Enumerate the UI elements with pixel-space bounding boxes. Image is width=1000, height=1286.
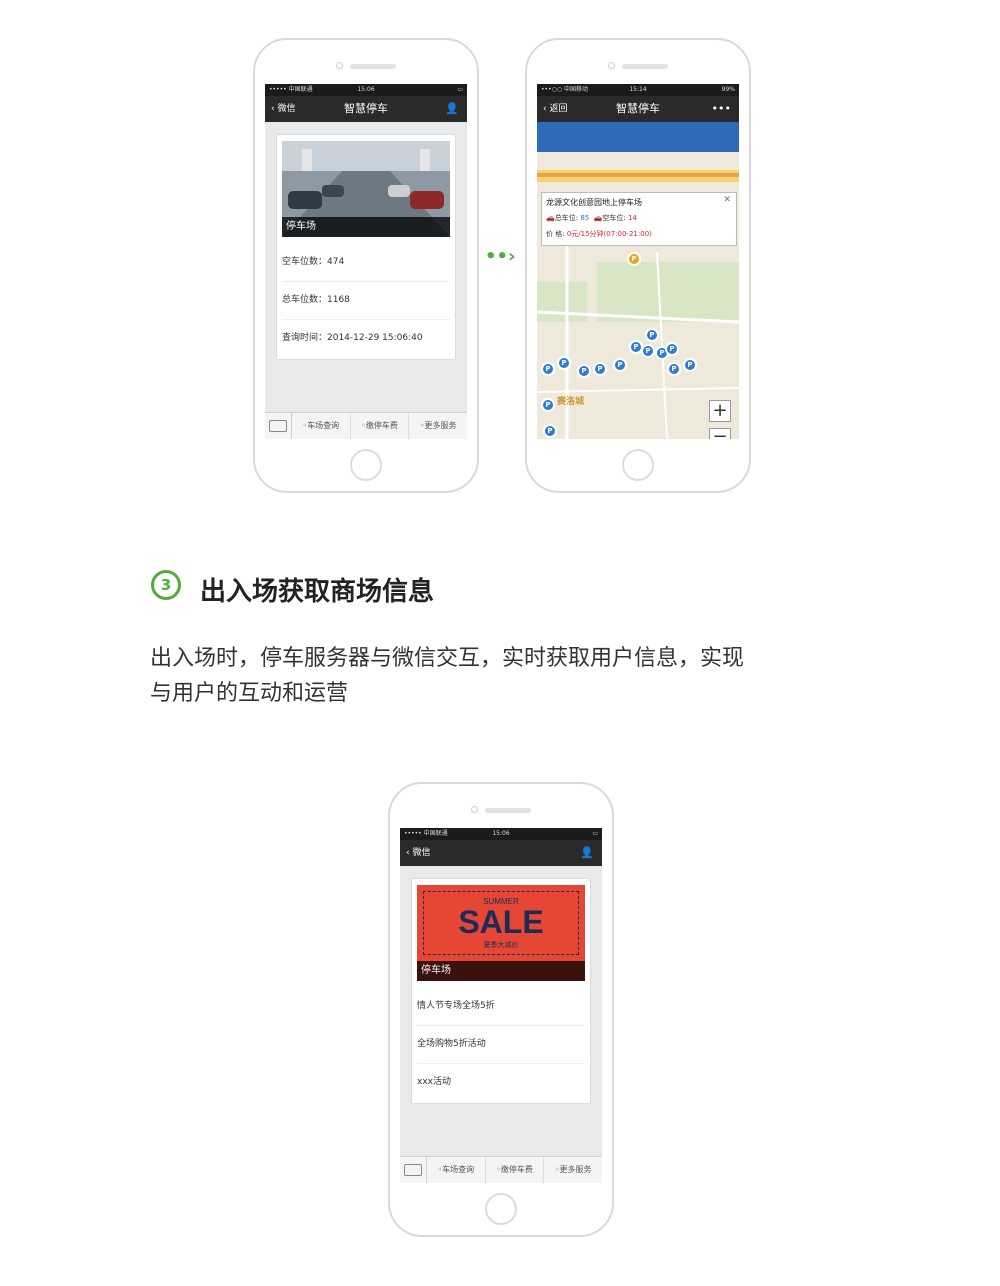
map-landmark-label: 赛洛城 [557,397,585,407]
promotion-card: SUMMER SALE 夏季大减价 停车场 情人节专场全场5折 全场购物5折活动… [411,878,591,1104]
phone-screen: •••○○ 中国移动 15:14 99% ‹ 返回 智慧停车 ••• 龙源文化创… [537,84,739,439]
sale-main-text: SALE [458,904,544,940]
parking-map[interactable]: 龙源文化创意园地上停车场 ✕ 🚗总车位: 85 🚗空车位: 14 价 格: 0元… [537,152,739,439]
popup-spaces: 🚗总车位: 85 🚗空车位: 14 [546,214,637,222]
nav-title: 智慧停车 [616,102,660,115]
phone-screen: ••••• 中国联通 15:06 ▭ ‹ 微信 智慧停车 👤 停车场 空车位数：… [265,84,467,439]
status-bar: •••○○ 中国移动 15:14 99% [537,84,739,96]
parking-pin[interactable]: P [641,344,655,358]
popup-price: 价 格: 0元/15分钟(07:00-21:00) [546,230,652,238]
keyboard-icon [269,420,287,432]
camera-dot [608,62,615,69]
camera-dot [471,806,478,813]
back-label: 微信 [412,848,431,858]
phone-mockup-parking-info: ••••• 中国联通 15:06 ▭ ‹ 微信 智慧停车 👤 停车场 空车位数：… [253,38,479,493]
home-button [485,1193,517,1225]
section-description-line1: 出入场时，停车服务器与微信交互，实时获取用户信息，实现 [150,646,745,671]
zoom-in-button[interactable]: + [709,400,731,422]
speaker-grille [485,808,531,813]
parking-pin[interactable]: P [645,328,659,342]
parking-lot-photo: 停车场 [282,141,450,237]
home-button [350,449,382,481]
menu-more-services[interactable]: ◦更多服务 [409,413,467,439]
phone-mockup-map: •••○○ 中国移动 15:14 99% ‹ 返回 智慧停车 ••• 龙源文化创… [525,38,751,493]
speaker-grille [350,64,396,69]
phone-screen: ••••• 中国联通 15:06 ▭ ‹ 微信 👤 SUMMER SALE 夏季… [400,828,602,1183]
banner-caption: 停车场 [282,217,450,237]
banner-caption: 停车场 [417,961,585,981]
home-button [622,449,654,481]
empty-spaces-row: 空车位数：474 [282,243,450,282]
section-description-line2: 与用户的互动和运营 [150,681,349,706]
user-icon[interactable]: 👤 [445,96,459,122]
nav-bar: ‹ 返回 智慧停车 ••• [537,96,739,122]
sale-sub-text: 夏季大减价 [483,941,519,949]
status-time: 15:14 [629,86,647,93]
promo-row[interactable]: 情人节专场全场5折 [417,987,585,1026]
car-icon: 🚗 [546,214,555,222]
parking-pin[interactable]: P [593,362,607,376]
parking-popup[interactable]: 龙源文化创意园地上停车场 ✕ 🚗总车位: 85 🚗空车位: 14 价 格: 0元… [541,192,737,246]
nav-bar: ‹ 微信 👤 [400,840,602,866]
bottom-menu: ◦车场查询 ◦缴停车费 ◦更多服务 [400,1156,602,1183]
menu-pay-fee[interactable]: ◦缴停车费 [486,1157,545,1183]
popup-title: 龙源文化创意园地上停车场 [546,198,642,207]
battery-icon: ▭ [592,830,598,837]
user-icon[interactable]: 👤 [580,840,594,866]
menu-parking-query[interactable]: ◦车场查询 [427,1157,486,1183]
section-title: 出入场获取商场信息 [200,577,435,607]
parking-pin[interactable]: P [543,424,557,438]
nav-bar: ‹ 微信 智慧停车 👤 [265,96,467,122]
parking-pin[interactable]: P [541,362,555,376]
keyboard-icon [404,1164,422,1176]
bottom-menu: ◦车场查询 ◦缴停车费 ◦更多服务 [265,412,467,439]
zoom-out-button[interactable]: − [709,428,731,439]
back-button[interactable]: ‹ 微信 [406,840,430,866]
more-icon[interactable]: ••• [712,96,731,122]
speaker-grille [622,64,668,69]
battery-text: 99% [721,86,735,93]
step-number-badge: 3 [151,570,181,600]
parking-pin[interactable]: P [665,342,679,356]
total-spaces-row: 总车位数：1168 [282,281,450,320]
promo-row[interactable]: xxx活动 [417,1063,585,1101]
status-time: 15:06 [492,830,510,837]
map-header-band [537,122,739,152]
nav-title: 智慧停车 [344,102,388,115]
phone-mockup-promotion: ••••• 中国联通 15:06 ▭ ‹ 微信 👤 SUMMER SALE 夏季… [388,782,614,1237]
keyboard-toggle[interactable] [400,1157,427,1183]
promo-row[interactable]: 全场购物5折活动 [417,1025,585,1064]
parking-pin[interactable]: P [557,356,571,370]
next-arrow-icon: ••› [485,246,516,267]
parking-pin[interactable]: P [683,358,697,372]
status-bar: ••••• 中国联通 15:06 ▭ [265,84,467,96]
parking-pin[interactable]: P [667,362,681,376]
status-bar: ••••• 中国联通 15:06 ▭ [400,828,602,840]
keyboard-toggle[interactable] [265,413,292,439]
camera-dot [336,62,343,69]
status-time: 15:06 [357,86,375,93]
parking-pin[interactable]: P [577,364,591,378]
battery-icon: ▭ [457,86,463,93]
parking-info-card: 停车场 空车位数：474 总车位数：1168 查询时间：2014-12-29 1… [276,134,456,360]
query-time-row: 查询时间：2014-12-29 15:06:40 [282,333,423,343]
sale-banner[interactable]: SUMMER SALE 夏季大减价 停车场 [417,885,585,981]
parking-pin[interactable]: P [541,398,555,412]
close-icon[interactable]: ✕ [723,195,731,205]
parking-pin[interactable]: P [613,358,627,372]
selected-parking-pin[interactable]: P [627,252,641,266]
menu-pay-fee[interactable]: ◦缴停车费 [351,413,410,439]
menu-parking-query[interactable]: ◦车场查询 [292,413,351,439]
menu-more-services[interactable]: ◦更多服务 [544,1157,602,1183]
